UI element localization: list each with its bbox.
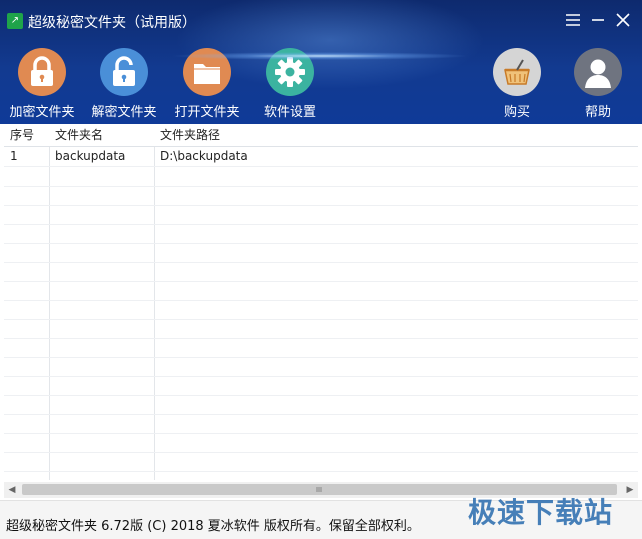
- close-button[interactable]: [613, 10, 633, 30]
- folder-list[interactable]: 序号 文件夹名 文件夹路径 1 backupdata D:\backupdata: [4, 124, 638, 480]
- table-row: [4, 452, 638, 472]
- minimize-button[interactable]: [588, 10, 608, 30]
- table-row[interactable]: 1 backupdata D:\backupdata: [4, 147, 638, 167]
- buy-label: 购买: [503, 105, 530, 120]
- row-folder-name: backupdata: [55, 149, 126, 163]
- hamburger-icon: [566, 14, 580, 26]
- column-header-folder-name[interactable]: 文件夹名: [49, 124, 154, 146]
- close-icon: [616, 13, 630, 27]
- row-folder-path: D:\backupdata: [160, 149, 248, 163]
- open-folder-button[interactable]: 打开文件夹: [165, 48, 249, 120]
- table-row: [4, 243, 638, 263]
- table-row: [4, 205, 638, 225]
- table-row: [4, 224, 638, 244]
- table-row: [4, 319, 638, 339]
- table-row: [4, 414, 638, 434]
- lock-closed-icon: [18, 48, 66, 96]
- encrypt-folder-label: 加密文件夹: [9, 105, 75, 120]
- settings-button[interactable]: 软件设置: [248, 48, 332, 120]
- lock-open-icon: [100, 48, 148, 96]
- settings-label: 软件设置: [263, 105, 316, 120]
- buy-button[interactable]: 购买: [475, 48, 559, 120]
- minimize-icon: [592, 19, 604, 21]
- basket-icon: [493, 48, 541, 96]
- column-header-index[interactable]: 序号: [4, 124, 49, 146]
- table-row: [4, 433, 638, 453]
- help-button[interactable]: 帮助: [556, 48, 640, 120]
- gear-icon: [266, 48, 314, 96]
- app-icon: ↗: [7, 13, 23, 29]
- table-row: [4, 300, 638, 320]
- table-header: 序号 文件夹名 文件夹路径: [4, 124, 638, 147]
- table-row: [4, 357, 638, 377]
- user-icon: [574, 48, 622, 96]
- table-row: [4, 376, 638, 396]
- help-label: 帮助: [584, 105, 611, 120]
- table-row: [4, 167, 638, 187]
- table-row: [4, 338, 638, 358]
- watermark-logo: 极速下载站: [468, 496, 614, 529]
- decrypt-folder-label: 解密文件夹: [91, 105, 157, 120]
- row-index: 1: [10, 149, 18, 163]
- title-toolbar-area: ↗ 超级秘密文件夹（试用版） 加密文件夹 解密文件夹 打开文件夹 软件设置 购买…: [0, 0, 642, 124]
- folder-icon: [183, 48, 231, 96]
- scroll-left-arrow-icon[interactable]: ◀: [5, 482, 19, 498]
- table-row: [4, 395, 638, 415]
- copyright-text: 超级秘密文件夹 6.72版 (C) 2018 夏冰软件 版权所有。保留全部权利。: [6, 519, 420, 534]
- decrypt-folder-button[interactable]: 解密文件夹: [82, 48, 166, 120]
- column-header-folder-path[interactable]: 文件夹路径: [154, 124, 638, 146]
- window-title: 超级秘密文件夹（试用版）: [28, 15, 196, 31]
- open-folder-label: 打开文件夹: [174, 105, 240, 120]
- table-row: [4, 262, 638, 282]
- encrypt-folder-button[interactable]: 加密文件夹: [0, 48, 84, 120]
- table-row: [4, 186, 638, 206]
- scroll-right-arrow-icon[interactable]: ▶: [623, 482, 637, 498]
- menu-button[interactable]: [563, 10, 583, 30]
- table-row: [4, 281, 638, 301]
